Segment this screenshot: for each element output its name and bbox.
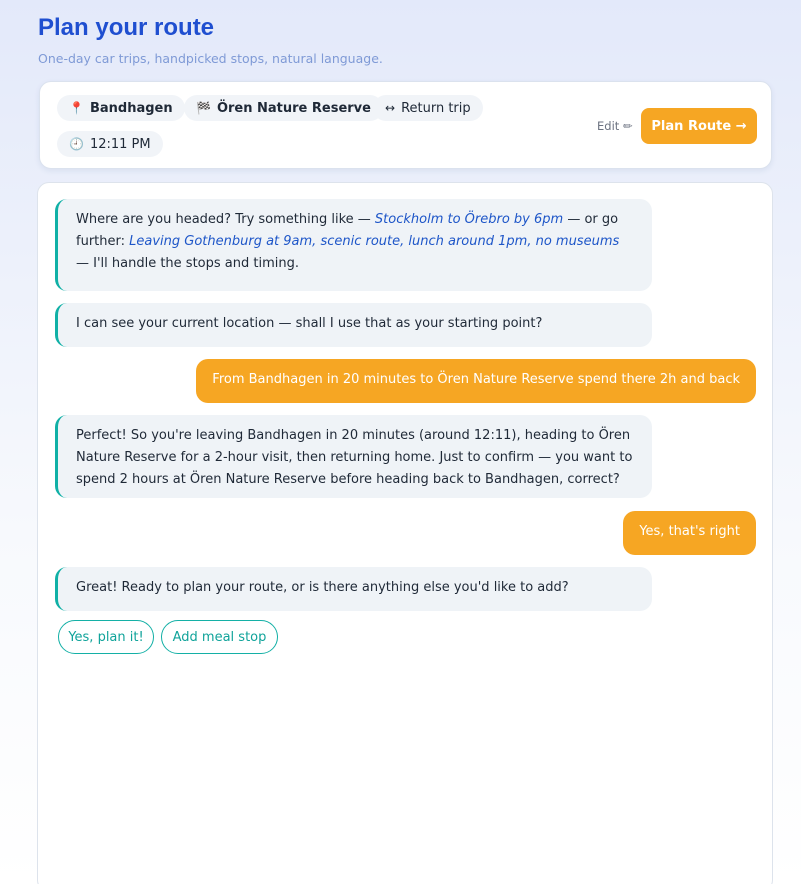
assistant-message: Where are you headed? Try something like…	[55, 199, 652, 291]
example-prompt-link[interactable]: Leaving Gothenburg at 9am, scenic route,…	[129, 234, 619, 249]
assistant-message: Great! Ready to plan your route, or is t…	[55, 567, 652, 611]
destination-label: Ören Nature Reserve	[216, 100, 371, 116]
user-message: Yes, that's right	[623, 511, 756, 555]
origin-label: Bandhagen	[89, 100, 173, 116]
return-trip-label: Return trip	[401, 100, 471, 116]
pin-icon: 📍	[69, 101, 84, 115]
chat-panel: Where are you headed? Try something like…	[37, 182, 773, 884]
message-text: Where are you headed? Try something like…	[76, 212, 375, 227]
checkered-flag-icon: 🏁	[196, 101, 211, 115]
page-subtitle: One-day car trips, handpicked stops, nat…	[38, 51, 383, 66]
clock-icon: 🕘	[69, 137, 84, 151]
quick-reply-add-meal-stop[interactable]: Add meal stop	[161, 620, 278, 654]
plan-route-button[interactable]: Plan Route →	[641, 108, 757, 144]
return-trip-chip[interactable]: ↔ Return trip	[373, 95, 483, 121]
quick-reply-plan-it[interactable]: Yes, plan it!	[58, 620, 154, 654]
departure-time-label: 12:11 PM	[89, 136, 151, 152]
example-prompt-link[interactable]: Stockholm to Örebro by 6pm	[375, 212, 563, 227]
origin-chip[interactable]: 📍 Bandhagen	[57, 95, 185, 121]
round-trip-arrows-icon: ↔	[385, 101, 396, 115]
page-title: Plan your route	[38, 14, 215, 41]
edit-trip-link[interactable]: Edit ✏	[597, 119, 633, 133]
assistant-message: Perfect! So you're leaving Bandhagen in …	[55, 415, 652, 498]
user-message: From Bandhagen in 20 minutes to Ören Nat…	[196, 359, 756, 403]
assistant-message: I can see your current location — shall …	[55, 303, 652, 347]
message-text: — I'll handle the stops and timing.	[76, 256, 299, 271]
departure-time-chip[interactable]: 🕘 12:11 PM	[57, 131, 163, 157]
trip-summary-card: 📍 Bandhagen 🏁 Ören Nature Reserve ↔ Retu…	[39, 81, 772, 169]
destination-chip[interactable]: 🏁 Ören Nature Reserve	[184, 95, 383, 121]
